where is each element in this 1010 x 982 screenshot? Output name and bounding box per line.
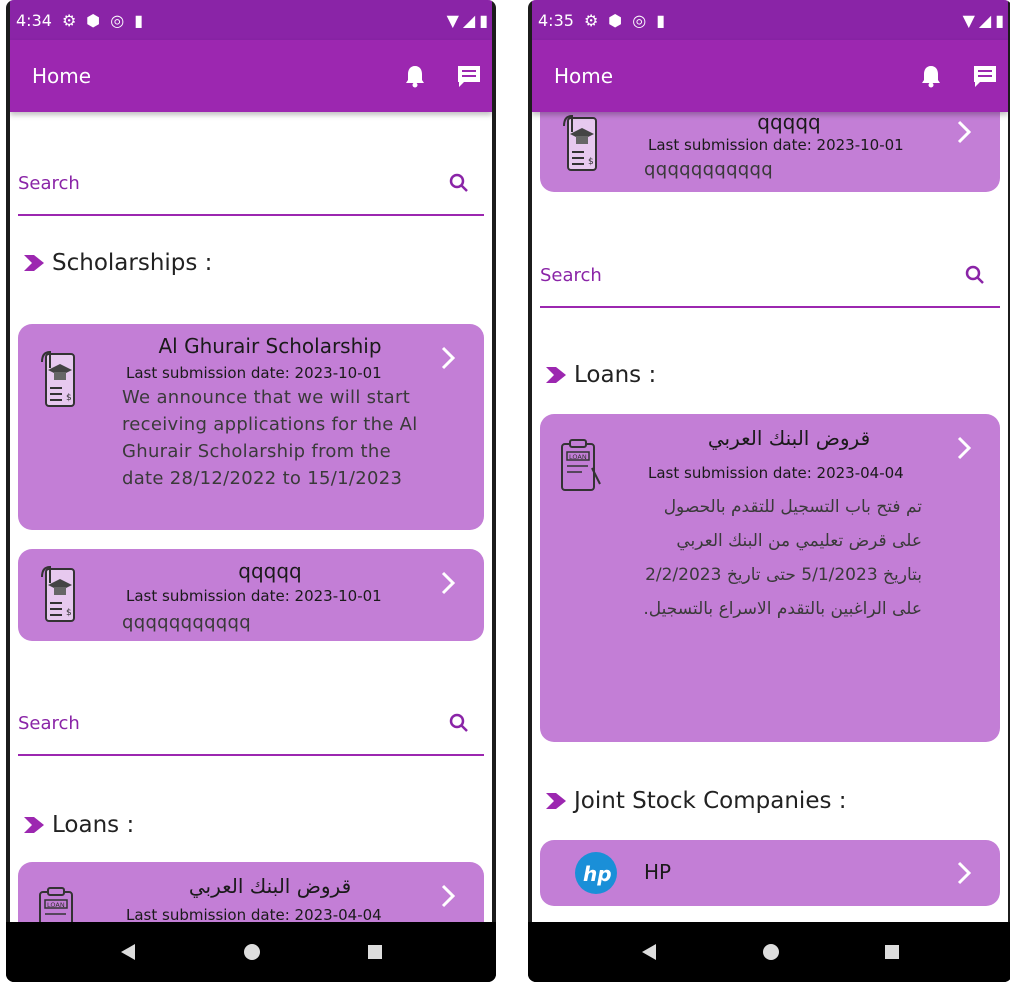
home-icon[interactable] (243, 943, 261, 961)
card-date: Last submission date: 2023-10-01 (648, 136, 904, 154)
section-title: Joint Stock Companies : (574, 788, 847, 814)
wifi-icon: ▼ (446, 10, 459, 30)
svg-text:$: $ (66, 393, 72, 403)
navigation-bar (6, 922, 496, 982)
svg-text:LOAN: LOAN (569, 453, 587, 461)
section-title: Loans : (52, 812, 135, 838)
signal-icon: ◢ (462, 10, 476, 30)
sd-card-status-icon: ▮ (656, 10, 666, 30)
settings-status-icon: ⚙ (583, 10, 599, 30)
app-bar: Home (10, 40, 492, 112)
scholarship-card[interactable]: $ qqqqq Last submission date: 2023-10-01… (540, 112, 1000, 192)
sync-status-icon: ◎ (110, 10, 125, 30)
back-icon[interactable] (119, 943, 137, 961)
chat-icon[interactable] (972, 64, 998, 88)
card-date: Last submission date: 2023-04-04 (648, 464, 904, 482)
status-time: 4:35 (538, 10, 574, 30)
svg-text:LOAN: LOAN (47, 901, 65, 909)
recents-icon[interactable] (367, 944, 383, 960)
app-title: Home (554, 64, 614, 88)
home-icon[interactable] (762, 943, 780, 961)
arrow-bullet-icon (546, 793, 566, 809)
settings-status-icon: ⚙ (61, 10, 77, 30)
card-description: qqqqqqqqqqq (644, 159, 773, 180)
arrow-bullet-icon (24, 817, 44, 833)
card-date: Last submission date: 2023-10-01 (126, 364, 382, 382)
card-description: We announce that we will start receiving… (122, 387, 418, 489)
back-icon[interactable] (640, 943, 658, 961)
chevron-right-icon[interactable] (440, 346, 456, 370)
search-icon[interactable] (448, 712, 470, 734)
shield-status-icon: ⬢ (86, 10, 101, 30)
svg-text:$: $ (66, 608, 72, 618)
scholarship-card[interactable]: $ qqqqq Last submission date: 2023-10-01… (18, 549, 484, 641)
screen: 4:34 ⚙ ⬢ ◎ ▮ ▼ ◢ ▮ Home Search Scholarsh… (10, 0, 492, 946)
svg-text:$: $ (588, 157, 594, 167)
company-card[interactable]: hp HP (540, 840, 1000, 906)
chevron-right-icon[interactable] (956, 120, 972, 144)
search-icon[interactable] (964, 264, 986, 286)
card-date: Last submission date: 2023-10-01 (126, 587, 382, 605)
arrow-bullet-icon (24, 255, 44, 271)
bell-icon[interactable] (920, 64, 942, 88)
content: $ qqqqq Last submission date: 2023-10-01… (532, 112, 1008, 946)
scholarship-document-icon: $ (563, 114, 597, 171)
section-title: Loans : (574, 362, 657, 388)
sd-card-status-icon: ▮ (134, 10, 144, 30)
search-placeholder: Search (18, 712, 80, 734)
bell-icon[interactable] (404, 64, 426, 88)
svg-text:hp: hp (583, 862, 612, 886)
card-title: قروض البنك العربي (707, 426, 871, 450)
loans-heading: Loans : (24, 812, 134, 838)
app-title: Home (32, 64, 92, 88)
search-field[interactable]: Search (540, 244, 1000, 308)
search-placeholder: Search (18, 172, 80, 194)
loan-card[interactable]: LOAN قروض البنك العربي Last submission d… (540, 414, 1000, 742)
companies-heading: Joint Stock Companies : (546, 788, 847, 814)
card-description: تم فتح باب التسجيل للتقدم بالحصول على قر… (643, 497, 922, 619)
app-bar: Home (532, 40, 1008, 112)
status-time: 4:34 (16, 10, 52, 30)
navigation-bar (528, 922, 1010, 982)
signal-icon: ◢ (978, 10, 992, 30)
shield-status-icon: ⬢ (608, 10, 623, 30)
scholarship-card[interactable]: $ Al Ghurair Scholarship Last submission… (18, 324, 484, 530)
scholarships-heading: Scholarships : (24, 250, 212, 276)
card-title: qqqqq (238, 559, 302, 583)
battery-icon: ▮ (995, 10, 1004, 30)
search-icon[interactable] (448, 172, 470, 194)
content: Search Scholarships : $ Al Ghurair Schol… (10, 112, 492, 946)
sync-status-icon: ◎ (632, 10, 647, 30)
hp-logo-icon: hp (575, 852, 617, 894)
section-title: Scholarships : (52, 250, 213, 276)
chevron-right-icon[interactable] (956, 861, 972, 885)
card-title: Al Ghurair Scholarship (158, 334, 382, 358)
search-field[interactable]: Search (18, 152, 484, 216)
scholarship-document-icon: $ (41, 565, 75, 622)
loans-heading: Loans : (546, 362, 656, 388)
search-field[interactable]: Search (18, 692, 484, 756)
arrow-bullet-icon (546, 367, 566, 383)
phone-left: 4:34 ⚙ ⬢ ◎ ▮ ▼ ◢ ▮ Home Search Scholarsh… (6, 0, 496, 982)
card-title: qqqqq (757, 112, 821, 134)
card-description: qqqqqqqqqqq (122, 612, 251, 633)
company-name: HP (644, 860, 672, 884)
chevron-right-icon[interactable] (440, 884, 456, 908)
search-placeholder: Search (540, 264, 602, 286)
recents-icon[interactable] (884, 944, 900, 960)
battery-icon: ▮ (479, 10, 488, 30)
scholarship-document-icon: $ (41, 350, 75, 407)
status-bar: 4:35 ⚙ ⬢ ◎ ▮ ▼ ◢ ▮ (532, 0, 1008, 40)
loan-document-icon: LOAN (561, 439, 601, 491)
chevron-right-icon[interactable] (956, 436, 972, 460)
wifi-icon: ▼ (962, 10, 975, 30)
chevron-right-icon[interactable] (440, 571, 456, 595)
screen: 4:35 ⚙ ⬢ ◎ ▮ ▼ ◢ ▮ Home $ qqqqq Last sub… (532, 0, 1008, 946)
phone-right: 4:35 ⚙ ⬢ ◎ ▮ ▼ ◢ ▮ Home $ qqqqq Last sub… (528, 0, 1010, 982)
card-title: قروض البنك العربي (188, 874, 352, 898)
status-bar: 4:34 ⚙ ⬢ ◎ ▮ ▼ ◢ ▮ (10, 0, 492, 40)
chat-icon[interactable] (456, 64, 482, 88)
